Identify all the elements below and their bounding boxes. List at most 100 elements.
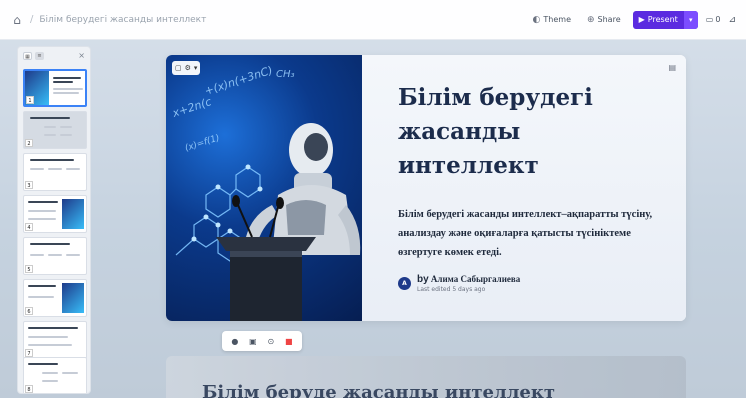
thumbnail-line: [30, 168, 44, 170]
breadcrumb-separator: /: [30, 14, 34, 25]
thumbnail-line: [28, 327, 78, 329]
image-edit-icon[interactable]: ▢: [175, 64, 182, 72]
svg-text:(x)=f(1): (x)=f(1): [184, 133, 221, 154]
thumbnail-line: [28, 363, 58, 365]
svg-text:x+2n(c: x+2n(c: [170, 95, 213, 120]
thumbnail-line: [30, 254, 44, 256]
thumbnail-line: [44, 134, 56, 136]
slide-thumbnail[interactable]: 8: [23, 357, 87, 393]
author-info: by Алима Сабыргалиева Last edited 5 days…: [417, 274, 520, 293]
layout-icon[interactable]: ⊙: [268, 337, 275, 346]
slide-toolbar: ● ▣ ⊙ ■: [222, 331, 302, 351]
delete-icon[interactable]: ■: [285, 337, 293, 346]
thumbnail-line: [30, 159, 74, 161]
close-icon[interactable]: ×: [78, 51, 85, 60]
slide-thumbnail[interactable]: 3: [23, 153, 87, 191]
thumbnail-line: [53, 88, 83, 90]
image-settings-icon[interactable]: ⚙: [185, 64, 191, 72]
avatar: A: [398, 277, 411, 290]
thumbnail-line: [53, 81, 73, 83]
present-button[interactable]: ▶ Present ▾: [632, 10, 698, 29]
image-toolbar[interactable]: ▢ ⚙ ▾: [172, 61, 201, 75]
title-line: Білім берудегі: [398, 84, 593, 111]
slide-thumbnail[interactable]: 5: [23, 237, 87, 275]
thumbnail-image: [62, 199, 84, 229]
author-prefix: by: [417, 274, 429, 285]
thumbnail-line: [42, 380, 58, 382]
title-line: интеллект: [398, 152, 539, 179]
last-edited: Last edited 5 days ago: [417, 286, 486, 293]
thumbnail-line: [42, 372, 58, 374]
image-icon[interactable]: ▣: [249, 337, 257, 346]
theme-label: Theme: [543, 15, 571, 24]
current-slide[interactable]: x+2n(c +(x)n(+3nC) CH₃ (x)=f(1) ▢ ⚙ ▾ Бі…: [166, 55, 686, 321]
thumbnail-line: [44, 126, 56, 128]
share-button[interactable]: ⊕ Share: [583, 12, 625, 28]
thumbnail-number: 6: [25, 307, 33, 315]
robot-lectern-illustration: x+2n(c +(x)n(+3nC) CH₃ (x)=f(1): [170, 64, 361, 321]
slide-description[interactable]: Білім берудегі жасанды интеллект–ақпарат…: [398, 205, 658, 262]
thumbnail-line: [66, 254, 80, 256]
thumbnail-line: [28, 210, 56, 212]
comments-count: 0: [715, 15, 721, 24]
thumbnail-line: [48, 168, 62, 170]
analytics-icon[interactable]: ⊿: [728, 15, 736, 25]
slide-thumbnail[interactable]: 7: [23, 321, 87, 359]
title-line: жасанды: [398, 118, 521, 145]
thumbnail-line: [30, 243, 70, 245]
comments-button[interactable]: ▭ 0: [706, 15, 721, 24]
thumbnail-line: [66, 168, 80, 170]
sidebar-header: ▦ ≡ ×: [18, 47, 90, 64]
thumbnail-line: [53, 92, 79, 94]
breadcrumb[interactable]: Білім берудегі жасанды интеллект: [39, 15, 206, 25]
slide-content: Білім берудегі жасанды интеллект Білім б…: [362, 55, 686, 321]
top-bar: ⌂ / Білім берудегі жасанды интеллект ◐ T…: [0, 0, 746, 40]
thumbnail-number: 5: [25, 265, 33, 273]
thumbnail-line: [28, 201, 58, 203]
present-label: Present: [647, 15, 678, 24]
chevron-down-icon[interactable]: ▾: [194, 64, 198, 72]
thumbnail-line: [60, 126, 72, 128]
thumbnail-line: [62, 372, 78, 374]
thumbnail-number: 3: [25, 181, 33, 189]
top-actions: ◐ Theme ⊕ Share ▶ Present ▾ ▭ 0 ⊿: [529, 10, 736, 29]
palette-icon: ◐: [532, 14, 541, 25]
thumbnail-number: 4: [25, 223, 33, 231]
thumbnail-image: [62, 283, 84, 313]
author-name: by Алима Сабыргалиева: [417, 274, 520, 285]
thumbnail-number: 1: [26, 96, 34, 104]
slides-sidebar: ▦ ≡ × 1 2 3 4 5 6 7 8: [17, 46, 91, 394]
author-name-text: Алима Сабыргалиева: [430, 274, 521, 284]
thumbnail-line: [28, 296, 54, 298]
slide-menu-icon[interactable]: ▤: [668, 63, 676, 72]
thumbnail-line: [53, 77, 81, 79]
author-block: A by Алима Сабыргалиева Last edited 5 da…: [398, 274, 662, 293]
thumbnail-line: [48, 254, 62, 256]
thumbnail-number: 2: [25, 139, 33, 147]
next-slide-title: Білім беруде жасанды интеллект: [202, 382, 555, 398]
grid-view-icon[interactable]: ▦: [23, 51, 32, 60]
thumbnail-number: 8: [25, 385, 33, 393]
slide-thumbnail[interactable]: 1: [23, 69, 87, 107]
slide-thumbnail[interactable]: 6: [23, 279, 87, 317]
home-icon[interactable]: ⌂: [10, 13, 24, 27]
thumbnail-line: [60, 134, 72, 136]
slide-title[interactable]: Білім берудегі жасанды интеллект: [398, 81, 658, 183]
theme-button[interactable]: ◐ Theme: [529, 12, 575, 28]
play-icon: ▶: [638, 15, 645, 24]
comment-icon[interactable]: ●: [231, 337, 238, 346]
list-view-icon[interactable]: ≡: [35, 51, 44, 60]
slide-thumbnail[interactable]: 2: [23, 111, 87, 149]
thumbnail-line: [28, 336, 68, 338]
share-label: Share: [597, 15, 621, 24]
thumbnail-number: 7: [25, 349, 33, 357]
slide-image[interactable]: x+2n(c +(x)n(+3nC) CH₃ (x)=f(1) ▢ ⚙ ▾: [166, 55, 362, 321]
present-dropdown-chevron-icon[interactable]: ▾: [683, 10, 698, 29]
comment-icon: ▭: [705, 15, 714, 24]
present-main[interactable]: ▶ Present: [633, 11, 684, 29]
thumbnail-line: [30, 117, 70, 119]
thumbnail-line: [28, 285, 56, 287]
slide-thumbnail[interactable]: 4: [23, 195, 87, 233]
thumbnail-line: [28, 344, 72, 346]
next-slide[interactable]: Білім беруде жасанды интеллект: [166, 356, 686, 398]
